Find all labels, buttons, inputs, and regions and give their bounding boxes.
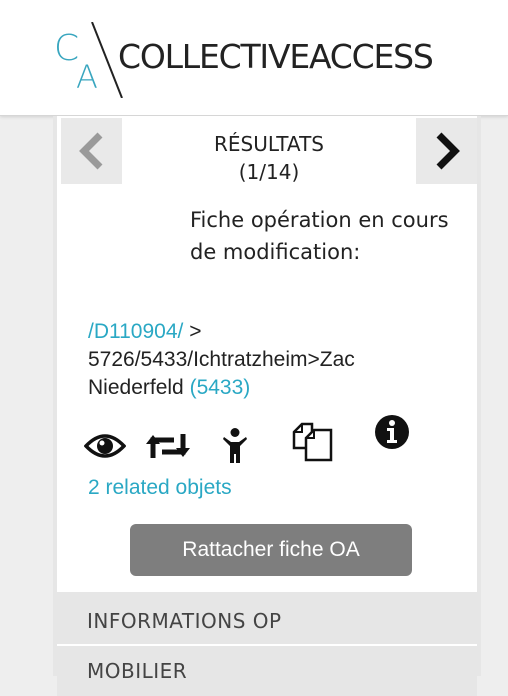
results-panel: RÉSULTATS (1/14) Fiche opération en cour…	[53, 116, 481, 696]
next-result-button[interactable]	[416, 118, 477, 184]
app-header: C A COLLECTIVEACCESS	[0, 0, 508, 116]
logo-wordmark: COLLECTIVEACCESS	[118, 37, 434, 76]
chevron-right-icon	[436, 132, 460, 170]
record-id-link[interactable]: (5433)	[190, 376, 251, 399]
info-icon[interactable]	[374, 414, 410, 450]
section-informations-op[interactable]: INFORMATIONS OP	[57, 592, 477, 644]
related-objects-link[interactable]: 2 related objets	[88, 476, 232, 500]
path-separator: >	[183, 320, 202, 343]
child-icon[interactable]	[222, 428, 248, 464]
copy-icon[interactable]	[292, 422, 334, 462]
edit-status-text: Fiche opération en cours de modification…	[190, 208, 449, 264]
retweet-icon[interactable]	[146, 432, 190, 460]
attach-oa-button[interactable]: Rattacher fiche OA	[130, 524, 412, 576]
section-mobilier[interactable]: MOBILIER	[57, 646, 477, 696]
action-icons	[84, 415, 444, 472]
eye-icon[interactable]	[84, 432, 126, 460]
record-path: /D110904/ > 5726/5433/Ichtratzheim>Zac N…	[88, 318, 448, 402]
collectiveaccess-logo[interactable]: C A COLLECTIVEACCESS	[54, 22, 454, 98]
path-root-link[interactable]: /D110904/	[88, 320, 183, 343]
